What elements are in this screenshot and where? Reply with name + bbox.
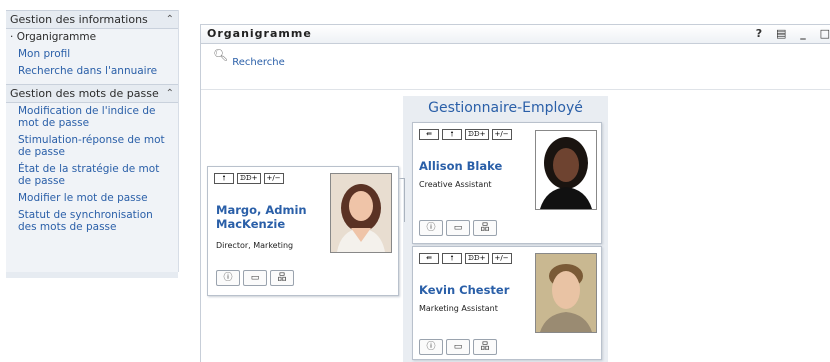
manager-card: 🠕 ᗬᗬ+ +/− Margo, Admin MacKenzie Directo… — [207, 166, 399, 296]
person-name-link[interactable]: Allison Blake — [419, 159, 502, 173]
person-photo[interactable] — [535, 253, 597, 333]
person-title: Marketing Assistant — [419, 304, 498, 313]
print-icon[interactable]: ▤ — [776, 27, 787, 40]
sidebar-item-organigramme[interactable]: · Organigramme — [6, 29, 178, 46]
person-name-link[interactable]: Margo, Admin MacKenzie — [216, 203, 307, 231]
contact-card-button[interactable]: ▭ — [446, 220, 470, 236]
org-chart-button[interactable]: 品 — [473, 220, 497, 236]
set-manager-button[interactable]: ⇚ — [419, 253, 439, 264]
search-label: Recherche — [232, 57, 285, 68]
sidebar-item-mon-profil[interactable]: Mon profil — [6, 46, 178, 63]
sidebar: Gestion des informations ⌃ · Organigramm… — [6, 10, 179, 278]
person-name-link[interactable]: Kevin Chester — [419, 283, 509, 297]
card-actions: ⓘ ▭ 品 — [216, 270, 294, 286]
portlet-header: Organigramme ? ▤ _ □ — [201, 24, 830, 44]
group-title: Gestionnaire-Employé — [428, 100, 583, 116]
sidebar-item-change-password[interactable]: Modifier le mot de passe — [6, 190, 178, 207]
card-toolbar: ⇚ 🠕 ᗬᗬ+ +/− — [419, 129, 512, 140]
contact-card-button[interactable]: ▭ — [243, 270, 267, 286]
maximize-icon[interactable]: □ — [820, 27, 830, 40]
person-photo[interactable] — [535, 130, 597, 210]
section-header-password-management[interactable]: Gestion des mots de passe ⌃ — [6, 84, 178, 103]
search-link[interactable]: 🔍︎Recherche — [213, 48, 285, 68]
sidebar-item-label: Organigramme — [16, 31, 97, 43]
sidebar-item-password-policy[interactable]: État de la stratégie de mot de passe — [6, 161, 178, 190]
info-button[interactable]: ⓘ — [216, 270, 240, 286]
card-toolbar: 🠕 ᗬᗬ+ +/− — [214, 173, 284, 184]
person-photo[interactable] — [330, 173, 392, 253]
org-chart-button[interactable]: 品 — [270, 270, 294, 286]
portrait-image — [331, 174, 391, 252]
go-up-button[interactable]: 🠕 — [214, 173, 234, 184]
expand-collapse-button[interactable]: +/− — [491, 129, 512, 140]
go-up-button[interactable]: 🠕 — [442, 253, 462, 264]
section-label: Gestion des mots de passe — [10, 87, 159, 100]
expand-collapse-button[interactable]: +/− — [491, 253, 512, 264]
connector-line — [404, 178, 405, 222]
info-button[interactable]: ⓘ — [419, 220, 443, 236]
card-actions: ⓘ ▭ 品 — [419, 339, 497, 355]
person-title: Director, Marketing — [216, 241, 294, 250]
sidebar-item-recherche-annuaire[interactable]: Recherche dans l'annuaire — [6, 63, 178, 80]
card-actions: ⓘ ▭ 品 — [419, 220, 497, 236]
portrait-image — [536, 254, 596, 332]
sidebar-item-password-hint[interactable]: Modification de l'indice de mot de passe — [6, 103, 178, 132]
section-header-info-management[interactable]: Gestion des informations ⌃ — [6, 10, 178, 29]
divider — [201, 89, 830, 90]
help-icon[interactable]: ? — [756, 27, 763, 40]
bullet-icon: · — [10, 31, 14, 43]
name-line: MacKenzie — [216, 217, 286, 231]
sidebar-item-password-sync[interactable]: Statut de synchronisation des mots de pa… — [6, 207, 178, 236]
card-toolbar: ⇚ 🠕 ᗬᗬ+ +/− — [419, 253, 512, 264]
show-reports-button[interactable]: ᗬᗬ+ — [465, 129, 489, 140]
name-line: Margo, Admin — [216, 203, 307, 217]
portlet-title: Organigramme — [207, 27, 312, 40]
show-reports-button[interactable]: ᗬᗬ+ — [237, 173, 261, 184]
collapse-icon[interactable]: ⌃ — [166, 11, 174, 28]
set-manager-button[interactable]: ⇚ — [419, 129, 439, 140]
show-reports-button[interactable]: ᗬᗬ+ — [465, 253, 489, 264]
portrait-image — [536, 131, 596, 209]
info-button[interactable]: ⓘ — [419, 339, 443, 355]
org-chart-button[interactable]: 品 — [473, 339, 497, 355]
section-label: Gestion des informations — [10, 13, 148, 26]
employee-card: ⇚ 🠕 ᗬᗬ+ +/− Allison Blake Creative Assis… — [412, 122, 602, 244]
contact-card-button[interactable]: ▭ — [446, 339, 470, 355]
minimize-icon[interactable]: _ — [800, 27, 807, 40]
sidebar-item-challenge-response[interactable]: Stimulation-réponse de mot de passe — [6, 132, 178, 161]
collapse-icon[interactable]: ⌃ — [166, 85, 174, 102]
employee-card: ⇚ 🠕 ᗬᗬ+ +/− Kevin Chester Marketing Assi… — [412, 246, 602, 360]
person-title: Creative Assistant — [419, 180, 492, 189]
expand-collapse-button[interactable]: +/− — [263, 173, 284, 184]
go-up-button[interactable]: 🠕 — [442, 129, 462, 140]
sidebar-bottom-bar — [6, 272, 178, 278]
search-icon: 🔍︎ — [213, 48, 229, 62]
